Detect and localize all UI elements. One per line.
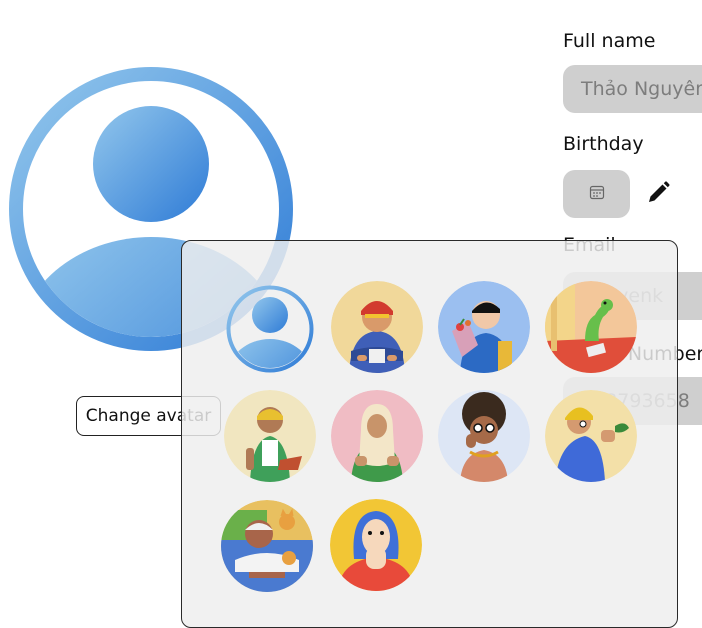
full-name-input[interactable]: Thảo Nguyên: [563, 65, 702, 113]
avatar-option-illustration-3[interactable]: [545, 281, 637, 373]
avatar-option-illustration-4[interactable]: [224, 390, 316, 482]
avatar-option-illustration-8[interactable]: [221, 500, 313, 592]
full-name-value: Thảo Nguyên: [581, 78, 702, 100]
avatar-option-default[interactable]: [224, 283, 316, 375]
birthday-label: Birthday: [563, 133, 644, 155]
pencil-icon: [645, 181, 671, 210]
avatar-option-illustration-6[interactable]: [438, 390, 530, 482]
birthday-picker-button[interactable]: [563, 170, 630, 218]
avatar-picker-popup: [181, 240, 678, 628]
calendar-icon: [589, 184, 605, 204]
avatar-option-illustration-7[interactable]: [545, 390, 637, 482]
avatar-option-illustration-9[interactable]: [330, 499, 422, 591]
avatar-option-illustration-1[interactable]: [331, 281, 423, 373]
full-name-label: Full name: [563, 30, 656, 52]
avatar-option-illustration-5[interactable]: [331, 390, 423, 482]
avatar-option-illustration-2[interactable]: [438, 281, 530, 373]
edit-birthday-button[interactable]: [645, 180, 671, 206]
